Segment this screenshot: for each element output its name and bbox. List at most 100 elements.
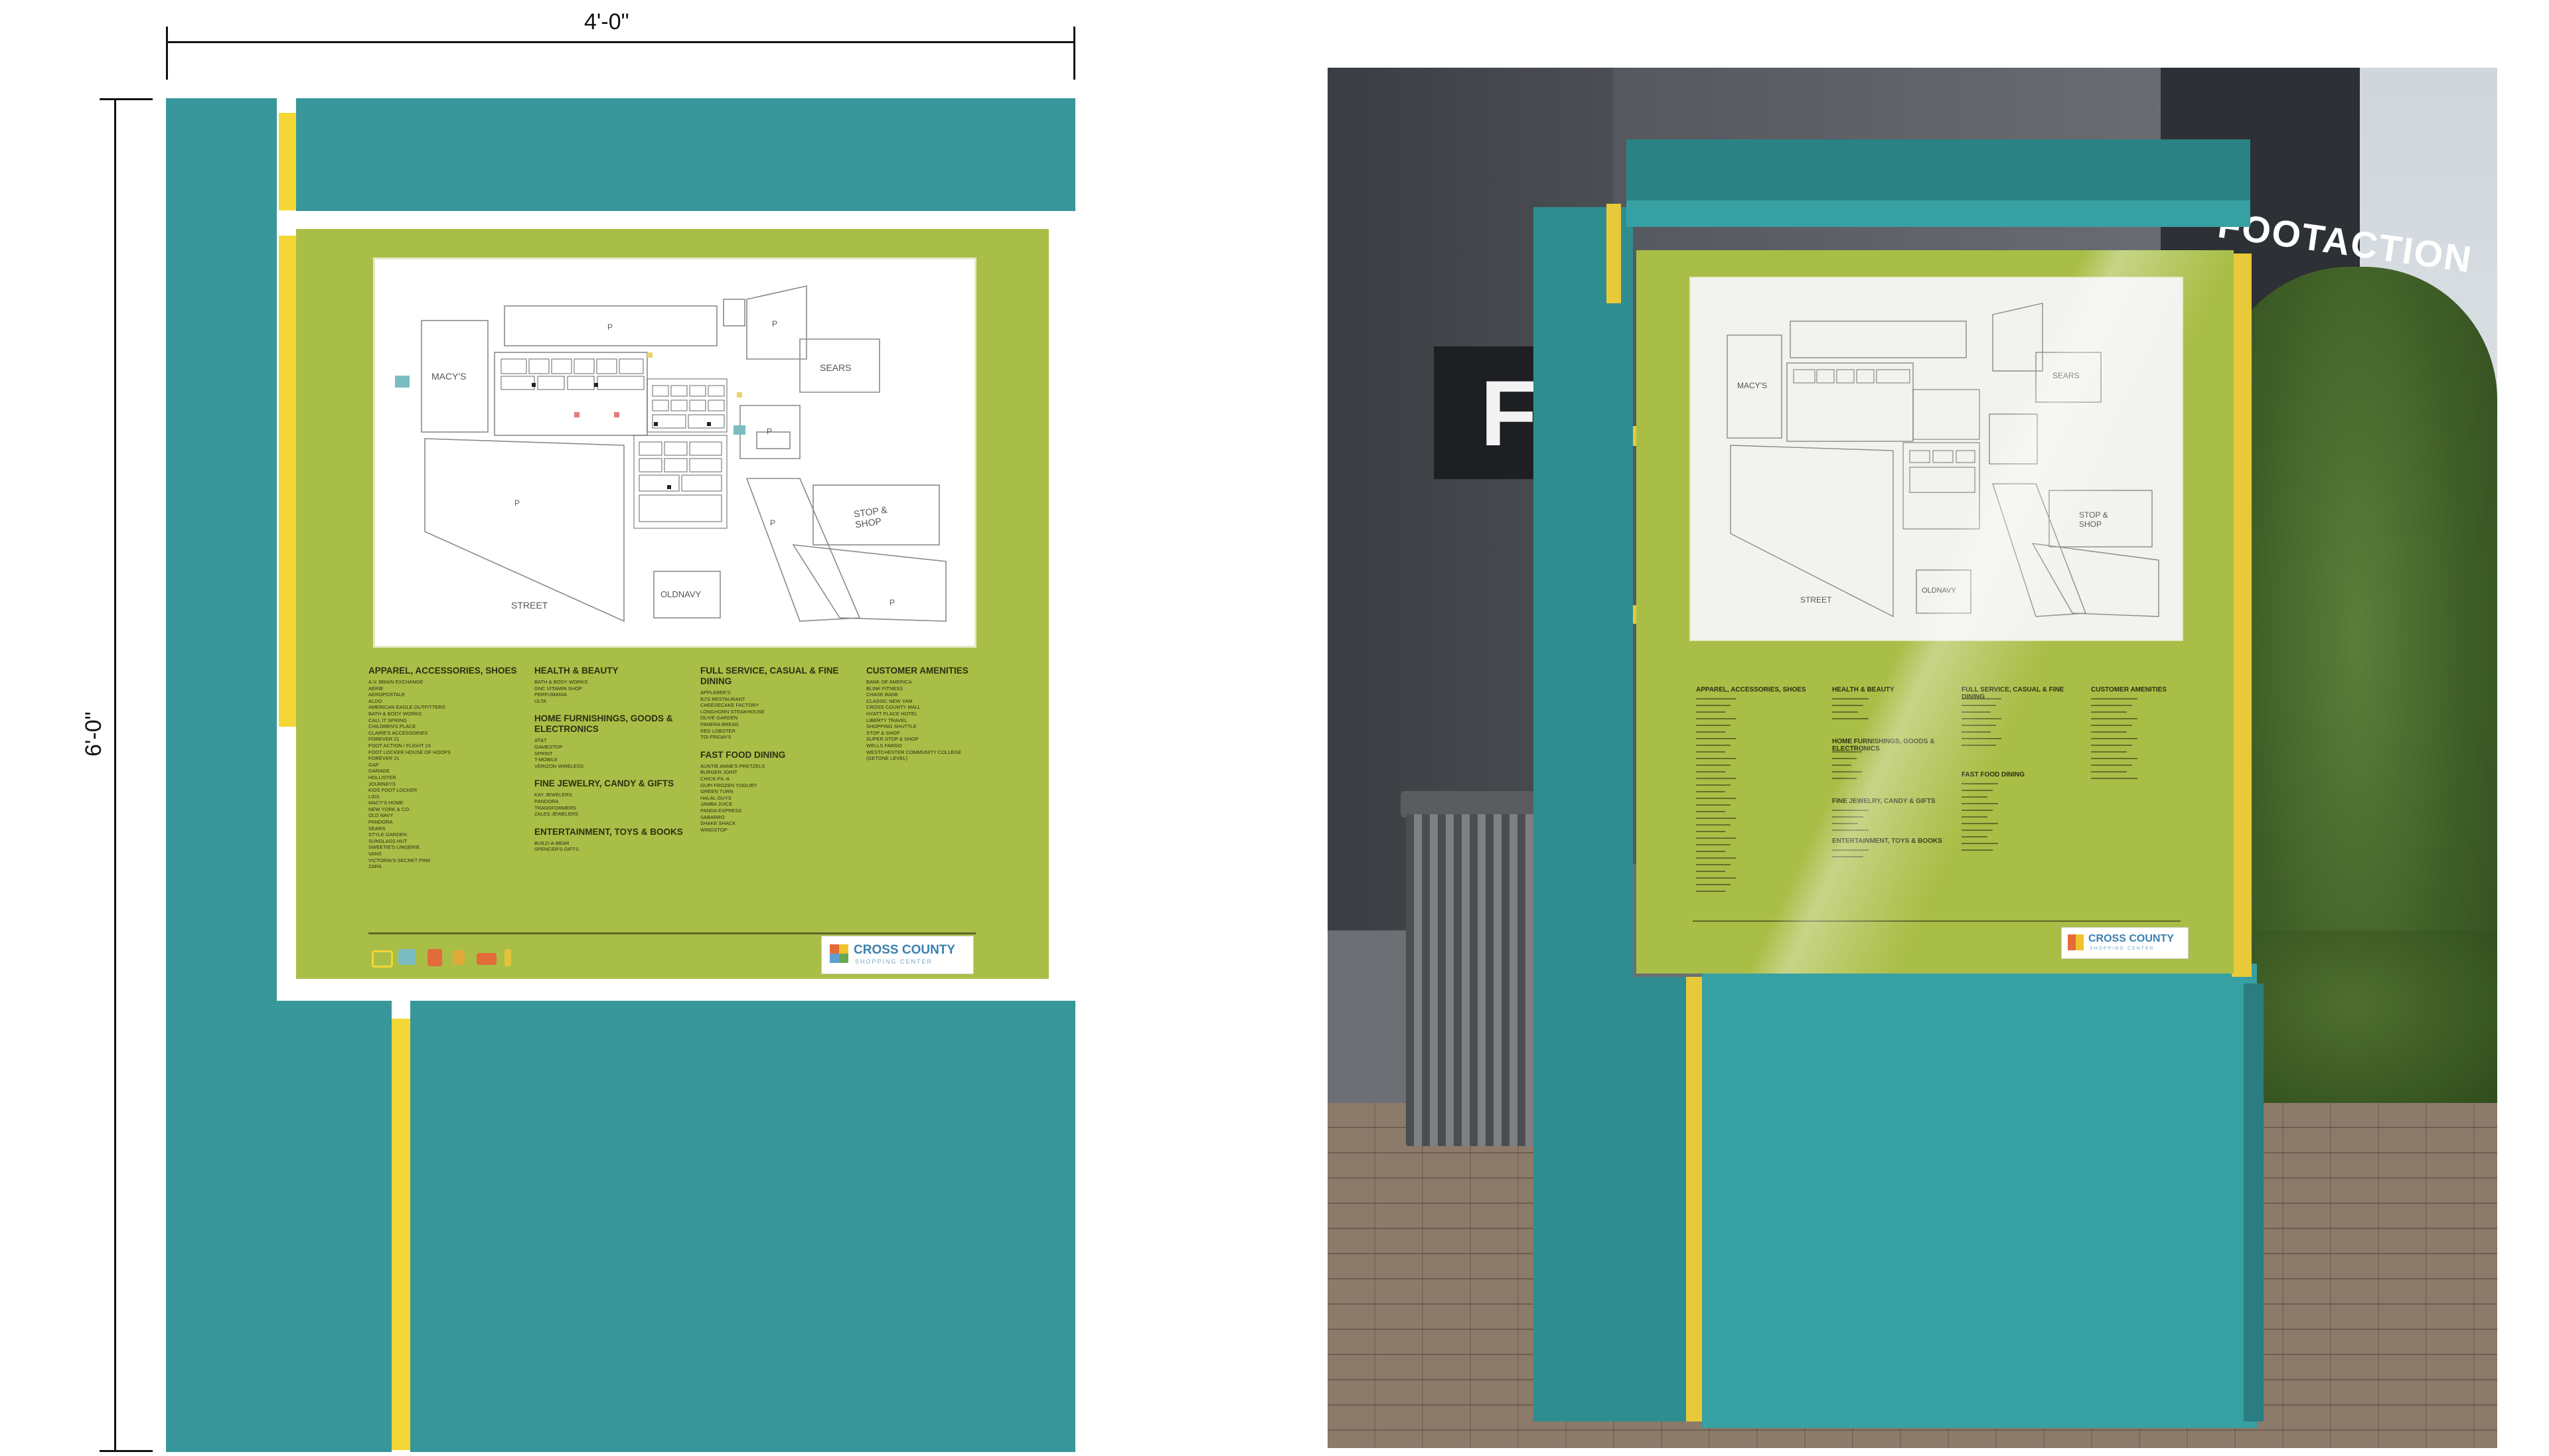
directory-item: WINGSTOP (700, 826, 728, 833)
photo-directory-line (1832, 816, 1863, 818)
directory-item: PANERA BREAD (700, 721, 739, 727)
directory-heading: HEALTH & BEAUTY (534, 666, 619, 676)
directory-item: TRANSFORMERS (534, 804, 576, 811)
directory-item: (GETONE LEVEL) (866, 755, 907, 762)
photo-directory-line (1696, 884, 1731, 885)
sign-left-post-lower (277, 1001, 392, 1452)
photo-directory-line (1832, 830, 1869, 831)
width-dimension-label: 4'-0" (584, 9, 629, 35)
directory-heading: FAST FOOD DINING (700, 749, 786, 760)
directory-heading: CUSTOMER AMENITIES (866, 666, 968, 676)
directory-item: HOLLISTER (368, 774, 396, 780)
directory-list: BUILD-A-BEAR SPENCER'S GIFTS (534, 840, 694, 853)
map-label-sears: SEARS (820, 362, 852, 373)
info-icon (453, 950, 465, 965)
photo-directory-line (1696, 791, 1725, 792)
photo-directory-line (1696, 751, 1725, 753)
photo-directory-line (2091, 705, 2132, 706)
photo-directory-line (1962, 796, 1987, 798)
photo-directory-line (1696, 891, 1725, 892)
photo-directory-line (1832, 764, 1851, 766)
photo-map-label-macys: MACY'S (1737, 381, 1767, 390)
directory-item: ULTA (534, 697, 547, 704)
photo-directory-line (1696, 877, 1736, 879)
directory-item: LIBERTY TRAVEL (866, 717, 907, 723)
directory-item: PERFUMANIA (534, 692, 568, 698)
map-label-old-navy: OLDNAVY (660, 589, 702, 599)
directory-item: AERIE (368, 685, 384, 692)
directory-item: SPENCER'S GIFTS (534, 846, 579, 853)
photo-directory-line (1696, 745, 1731, 746)
directory-item: SHOPPING SHUTTLE (866, 723, 917, 730)
directory-item: GARAGE (368, 768, 390, 774)
map-parking-bottom (792, 544, 947, 622)
directory-item: BURGER JOINT (700, 769, 737, 776)
photo-directory-line (1696, 731, 1725, 733)
height-dimension-tick-bottom (100, 1450, 153, 1452)
directory-list: AT&T GAMESTOP SPRINT T-MOBILE VERIZON WIRELE… (534, 737, 694, 769)
photo-directory-line (1962, 698, 2001, 699)
photo-directory-line (1962, 849, 1993, 851)
photo-directory-line (1962, 810, 1993, 811)
photo-logo-subtitle: SHOPPING CENTER (2090, 946, 2155, 951)
directory-item: AEROPOSTALE (368, 692, 406, 698)
photo-directory-line (2091, 771, 2127, 772)
photo-directory-line (1696, 804, 1731, 806)
photo-directory-line (1832, 778, 1857, 779)
directory-item: CLAIRE'S ACCESSORIES (368, 729, 428, 736)
directory-item: LIDS (368, 793, 380, 800)
photo-directory-line (1962, 738, 2001, 739)
map-label-parking-left: P (514, 498, 520, 508)
photo-directory-line (1962, 823, 1998, 824)
directory-heading: FULL SERVICE, CASUAL & FINE DINING (700, 666, 839, 686)
directory-item: GAMESTOP (534, 743, 563, 750)
directory-item: AT&T (534, 737, 547, 744)
directory-item: VANS (368, 851, 382, 857)
width-dimension-tick-right (1073, 27, 1075, 80)
photo-trash-can (1406, 814, 1548, 1146)
directory-item: GAP (368, 761, 379, 768)
photo-directory-line (1832, 856, 1863, 857)
photo-directory-line (1696, 798, 1736, 799)
photo-directory-line (1696, 837, 1736, 839)
directory-item: SEARS (368, 825, 386, 832)
photo-directory-line (2091, 751, 2127, 753)
directory-item: FOREVER 21 (368, 755, 400, 762)
photo-sign-base-side (2244, 983, 2264, 1421)
photo-directory-heading-2d: ENTERTAINMENT, TOYS & BOOKS (1832, 837, 1942, 845)
accent-stripe-middle (279, 236, 296, 727)
photo-directory-line (1696, 784, 1731, 786)
directory-item: CALL IT SPRING (368, 717, 407, 723)
directory-list: BANK OF AMERICA BLINK FITNESS CHASE BANK CL… (866, 679, 1039, 762)
photo-directory-line (1696, 831, 1725, 832)
taxi-icon (477, 953, 497, 965)
photo-directory-line (1696, 778, 1736, 779)
accent-stripe-bottom (392, 1019, 410, 1450)
directory-item: AMERICAN EAGLE OUTFITTERS (368, 704, 445, 711)
photo-directory-line (1696, 844, 1731, 845)
photo-directory-line (1696, 824, 1731, 826)
sign-base (410, 1001, 1075, 1452)
directory-item: BATH & BODY WORKS (368, 710, 422, 717)
photo-sign-yellow-bottom (1686, 977, 1702, 1421)
width-dimension-line (166, 41, 1075, 43)
photo-directory-line (1696, 725, 1731, 726)
directory-footer-rule (368, 932, 976, 934)
directory-item: ZALES JEWELERS (534, 811, 579, 818)
directory-item: TGI FRIDAYS (700, 734, 732, 741)
photo-directory-heading-2c: FINE JEWELRY, CANDY & GIFTS (1832, 798, 1936, 805)
photo-directory-line (2091, 698, 2137, 699)
photo-directory-line (1962, 816, 1987, 818)
directory-item: SUPER STOP & SHOP (866, 736, 919, 743)
photo-directory-line (1832, 771, 1862, 772)
directory-item: NEW YORK & CO. (368, 806, 411, 812)
photo-map-label-street: STREET (1800, 595, 1832, 605)
photo-sign-map: MACY'S SEARS STOP & SHOP OLDNAVY STREET (1689, 277, 2183, 641)
directory-list: KAY JEWELERS PANDORA TRANSFORMERS ZALES JEW… (534, 792, 694, 817)
directory-item: HYATT PLACE HOTEL (866, 710, 918, 717)
photo-directory-line (1696, 758, 1736, 759)
directory-item: CHILDREN'S PLACE (368, 723, 416, 730)
photo-directory-line (1696, 818, 1736, 819)
directory-column-3: FULL SERVICE, CASUAL & FINE DINING APPLE… (700, 666, 860, 833)
directory-item: VERIZON WIRELESS (534, 763, 584, 769)
